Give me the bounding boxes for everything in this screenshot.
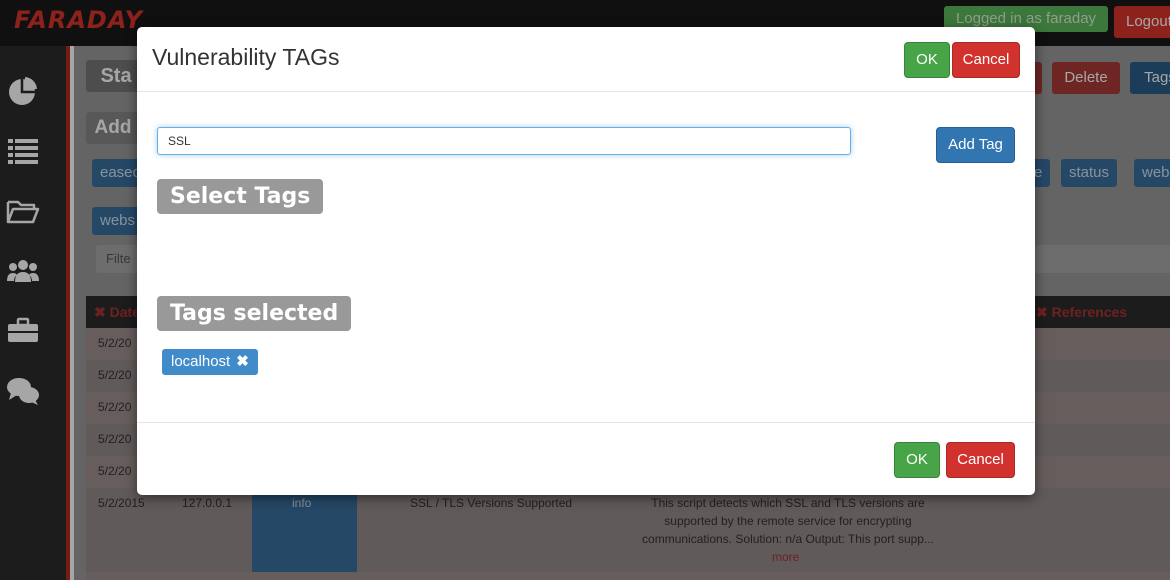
cancel-button[interactable]: Cancel <box>952 42 1020 78</box>
select-tags-label: Select Tags <box>157 179 324 214</box>
add-tag-button[interactable]: Add Tag <box>936 127 1015 163</box>
footer-ok-button[interactable]: OK <box>894 442 940 478</box>
modal-title: Vulnerability TAGs <box>152 44 340 70</box>
ok-button[interactable]: OK <box>904 42 950 78</box>
tags-selected-label: Tags selected <box>157 296 352 331</box>
selected-tag-chip[interactable]: localhost ✖ <box>162 349 258 375</box>
modal-footer: OK Cancel <box>137 422 1035 496</box>
modal-header: Vulnerability TAGs OK Cancel <box>137 27 1035 92</box>
footer-cancel-button[interactable]: Cancel <box>946 442 1015 478</box>
selected-tag-label: localhost <box>171 353 231 370</box>
remove-tag-icon[interactable]: ✖ <box>236 349 249 375</box>
vulnerability-tags-modal: Vulnerability TAGs OK Cancel Add Tag Sel… <box>137 27 1035 495</box>
tag-input[interactable] <box>157 127 851 155</box>
